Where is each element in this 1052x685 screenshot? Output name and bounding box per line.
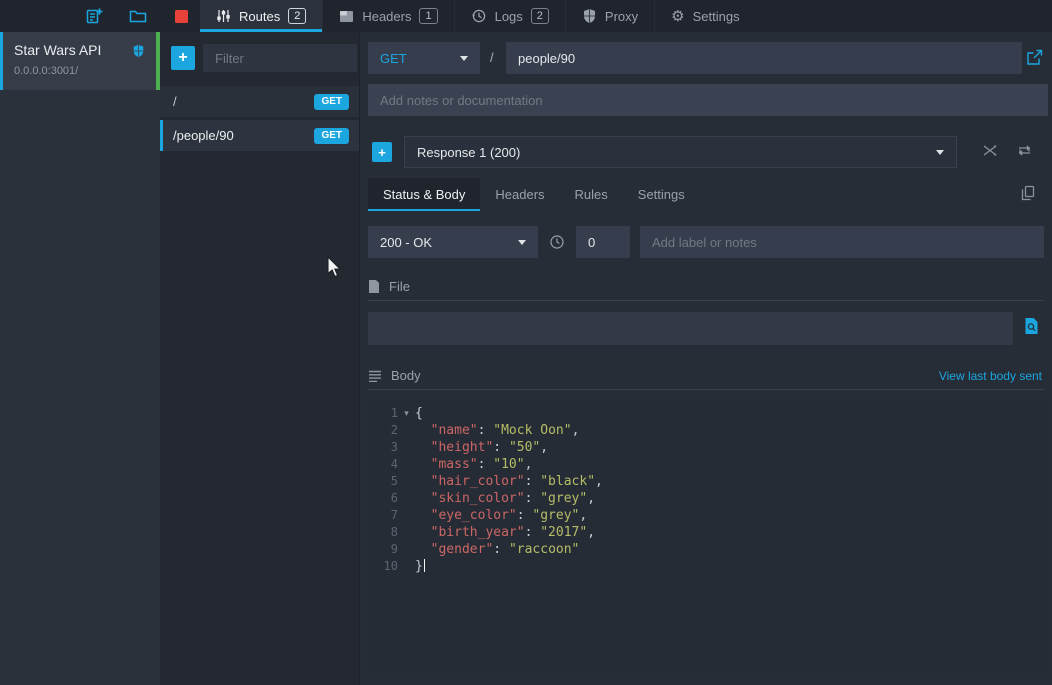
copy-response-button[interactable] <box>1020 185 1036 202</box>
random-response-toggle[interactable] <box>982 143 999 158</box>
divider <box>368 389 1044 390</box>
tab-count-badge: 1 <box>419 8 437 24</box>
tab-label: Proxy <box>605 9 638 24</box>
route-detail-panel: GET / + Response 1 (200) St <box>360 32 1052 685</box>
tab-count-badge: 2 <box>531 8 549 24</box>
response-tabs: Status & Body Headers Rules Settings <box>368 178 700 211</box>
tab-status-body[interactable]: Status & Body <box>368 178 480 211</box>
file-section-label: File <box>389 279 410 294</box>
route-path: / <box>173 94 177 109</box>
open-in-browser-button[interactable] <box>1026 49 1043 66</box>
sequential-response-toggle[interactable] <box>1016 143 1033 158</box>
tab-label: Routes <box>239 9 280 24</box>
response-select-value: Response 1 (200) <box>417 145 520 160</box>
method-badge: GET <box>314 94 349 110</box>
stop-server-button[interactable] <box>171 6 191 26</box>
response-label-input[interactable] <box>640 226 1044 258</box>
tab-label: Rules <box>575 187 608 202</box>
tab-label: Settings <box>693 9 740 24</box>
tab-response-settings[interactable]: Settings <box>623 178 700 211</box>
body-list-icon <box>368 370 382 382</box>
routes-icon <box>216 9 231 23</box>
external-link-icon <box>1026 49 1043 66</box>
headers-icon <box>339 10 354 23</box>
chevron-down-icon <box>518 240 526 245</box>
environments-sidebar: Star Wars API 0.0.0.0:3001/ <box>0 32 160 685</box>
file-path-input[interactable] <box>368 312 1013 345</box>
route-notes-input[interactable] <box>368 84 1048 116</box>
path-prefix: / <box>490 42 494 74</box>
method-select[interactable]: GET <box>368 42 480 74</box>
tab-settings[interactable]: ⚙ Settings <box>655 0 755 32</box>
response-select[interactable]: Response 1 (200) <box>404 136 957 168</box>
body-section-label: Body <box>391 368 421 383</box>
gear-icon: ⚙ <box>671 9 684 24</box>
tab-label: Settings <box>638 187 685 202</box>
stop-square-icon <box>174 9 189 24</box>
environment-item[interactable]: Star Wars API 0.0.0.0:3001/ <box>0 32 160 90</box>
shuffle-icon <box>982 143 999 158</box>
method-badge: GET <box>314 128 349 144</box>
proxy-shield-icon <box>132 44 145 58</box>
tab-routes[interactable]: Routes 2 <box>200 0 323 32</box>
route-item-root[interactable]: / GET <box>160 86 359 117</box>
tab-logs[interactable]: Logs 2 <box>455 0 566 32</box>
routes-panel: + / GET /people/90 GET <box>160 32 360 685</box>
chevron-down-icon <box>460 56 468 61</box>
environment-address: 0.0.0.0:3001/ <box>14 65 78 77</box>
tab-response-headers[interactable]: Headers <box>480 178 559 211</box>
tab-label: Status & Body <box>383 187 465 202</box>
toolbar-tabs: Routes 2 Headers 1 Logs 2 <box>200 0 756 32</box>
top-toolbar: Routes 2 Headers 1 Logs 2 <box>0 0 1052 32</box>
open-folder-icon <box>129 8 147 24</box>
chevron-down-icon <box>936 150 944 155</box>
tab-proxy[interactable]: Proxy <box>566 0 655 32</box>
route-path: /people/90 <box>173 128 234 143</box>
tab-label: Headers <box>362 9 411 24</box>
route-path-input[interactable] <box>506 42 1022 74</box>
open-environment-button[interactable] <box>128 6 148 26</box>
add-route-button[interactable]: + <box>171 46 195 70</box>
divider <box>368 300 1044 301</box>
file-search-icon <box>1024 317 1039 335</box>
status-code-value: 200 - OK <box>380 235 432 250</box>
browse-file-button[interactable] <box>1024 317 1039 335</box>
method-select-value: GET <box>380 51 407 66</box>
status-code-select[interactable]: 200 - OK <box>368 226 538 258</box>
routes-filter-input[interactable] <box>203 44 357 72</box>
tab-count-badge: 2 <box>288 8 306 24</box>
tab-rules[interactable]: Rules <box>560 178 623 211</box>
code-editor-lines: 1▾{2 "name": "Mock Oon",3 "height": "50"… <box>368 405 1048 575</box>
clock-history-icon <box>471 8 487 24</box>
environment-name: Star Wars API <box>14 42 101 58</box>
add-response-button[interactable]: + <box>372 142 392 162</box>
tab-headers[interactable]: Headers 1 <box>323 0 454 32</box>
copy-icon <box>1020 185 1036 202</box>
new-environment-button[interactable] <box>84 6 104 26</box>
body-code-editor[interactable]: 1▾{2 "name": "Mock Oon",3 "height": "50"… <box>368 400 1048 677</box>
shield-icon <box>582 8 597 24</box>
latency-input[interactable] <box>576 226 630 258</box>
repeat-icon <box>1016 143 1033 158</box>
route-item-people-90[interactable]: /people/90 GET <box>160 120 359 151</box>
view-last-body-link[interactable]: View last body sent <box>939 369 1042 383</box>
tab-label: Headers <box>495 187 544 202</box>
file-icon <box>368 279 380 294</box>
clock-icon <box>549 234 565 250</box>
new-environment-icon <box>85 7 104 26</box>
tab-label: Logs <box>495 9 523 24</box>
